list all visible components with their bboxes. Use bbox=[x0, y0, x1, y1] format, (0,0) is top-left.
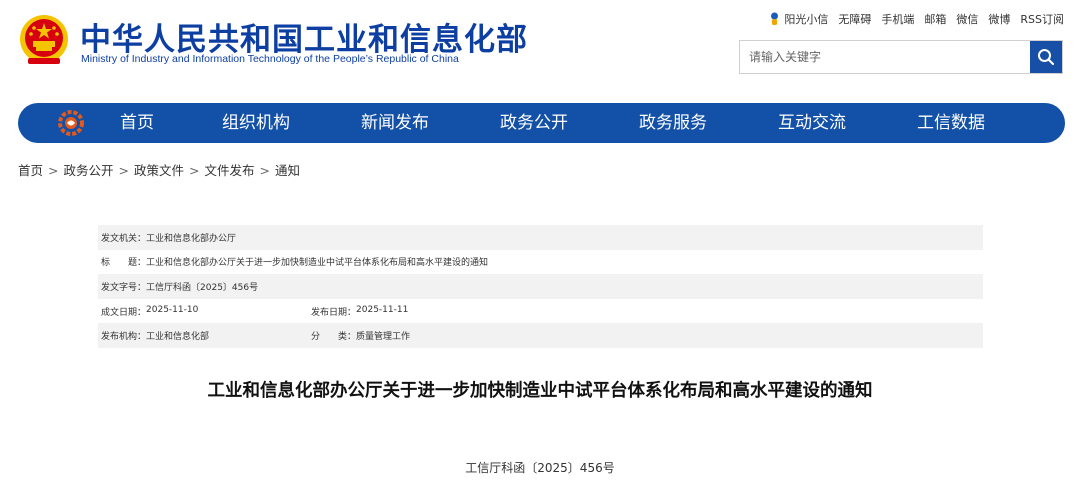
nav-organization[interactable]: 组织机构 bbox=[222, 103, 290, 143]
search-icon bbox=[1038, 49, 1055, 66]
meta-doc-number-value: 工信厅科函〔2025〕456号 bbox=[146, 282, 259, 293]
nav-data[interactable]: 工信数据 bbox=[917, 103, 985, 143]
meta-cell: 发文机关： 工业和信息化部办公厅 bbox=[98, 231, 236, 244]
toplink-label: 阳光小信 bbox=[784, 13, 829, 26]
breadcrumb-notice[interactable]: 通知 bbox=[275, 163, 300, 178]
mascot-icon bbox=[771, 12, 779, 25]
meta-published-label: 发布日期： bbox=[311, 307, 357, 318]
document-metadata-table: 发文机关： 工业和信息化部办公厅 标 题： 工业和信息化部办公厅关于进一步加快制… bbox=[98, 225, 983, 348]
meta-cell: 发文字号： 工信厅科函〔2025〕456号 bbox=[98, 280, 258, 293]
meta-doc-number-label: 发文字号： bbox=[101, 282, 147, 293]
ministry-logo-icon[interactable] bbox=[58, 110, 84, 136]
breadcrumb-separator: > bbox=[189, 163, 200, 178]
nav-government-services[interactable]: 政务服务 bbox=[639, 103, 707, 143]
site-subtitle: Ministry of Industry and Information Tec… bbox=[81, 53, 459, 65]
main-nav: 首页 组织机构 新闻发布 政务公开 政务服务 互动交流 工信数据 bbox=[18, 103, 1065, 143]
meta-created-value: 2025-11-10 bbox=[146, 304, 199, 315]
meta-category-label: 分 类： bbox=[311, 332, 357, 343]
national-emblem-icon[interactable] bbox=[18, 14, 70, 66]
meta-row-doc-number: 发文字号： 工信厅科函〔2025〕456号 bbox=[98, 274, 983, 299]
meta-cell: 分 类： 质量管理工作 bbox=[308, 329, 410, 342]
nav-news[interactable]: 新闻发布 bbox=[361, 103, 429, 143]
meta-org-value: 工业和信息化部 bbox=[146, 332, 210, 343]
meta-row-org: 发布机构： 工业和信息化部 分 类： 质量管理工作 bbox=[98, 323, 983, 348]
meta-cell: 成文日期： 2025-11-10 bbox=[98, 305, 308, 318]
toplink-sunshine[interactable]: 阳光小信 bbox=[769, 11, 828, 27]
nav-government-affairs[interactable]: 政务公开 bbox=[500, 103, 568, 143]
toplink-rss[interactable]: RSS订阅 bbox=[1020, 11, 1064, 27]
breadcrumb-separator: > bbox=[48, 163, 59, 178]
toplink-wechat[interactable]: 微信 bbox=[956, 11, 978, 27]
breadcrumb: 首页 > 政务公开 > 政策文件 > 文件发布 > 通知 bbox=[18, 160, 300, 179]
toplink-accessibility[interactable]: 无障碍 bbox=[838, 11, 871, 27]
breadcrumb-file-release[interactable]: 文件发布 bbox=[205, 163, 255, 178]
breadcrumb-government-affairs[interactable]: 政务公开 bbox=[64, 163, 114, 178]
toplink-mail[interactable]: 邮箱 bbox=[924, 11, 946, 27]
meta-row-dates: 成文日期： 2025-11-10 发布日期： 2025-11-11 bbox=[98, 299, 983, 324]
meta-org-label: 发布机构： bbox=[101, 332, 147, 343]
meta-cell: 发布日期： 2025-11-11 bbox=[308, 305, 408, 318]
document-title: 工业和信息化部办公厅关于进一步加快制造业中试平台体系化布局和高水平建设的通知 bbox=[207, 381, 873, 401]
document-number: 工信厅科函〔2025〕456号 bbox=[465, 461, 615, 475]
meta-title-value: 工业和信息化部办公厅关于进一步加快制造业中试平台体系化布局和高水平建设的通知 bbox=[146, 258, 489, 269]
meta-category-value: 质量管理工作 bbox=[356, 332, 411, 343]
search-box bbox=[739, 40, 1063, 74]
search-button[interactable] bbox=[1030, 41, 1062, 73]
meta-cell: 发布机构： 工业和信息化部 bbox=[98, 329, 308, 342]
breadcrumb-separator: > bbox=[259, 163, 270, 178]
nav-interaction[interactable]: 互动交流 bbox=[778, 103, 846, 143]
toplink-mobile[interactable]: 手机端 bbox=[881, 11, 914, 27]
meta-issuer-label: 发文机关： bbox=[101, 233, 147, 244]
breadcrumb-home[interactable]: 首页 bbox=[18, 163, 43, 178]
meta-row-issuer: 发文机关： 工业和信息化部办公厅 bbox=[98, 225, 983, 250]
meta-cell: 标 题： 工业和信息化部办公厅关于进一步加快制造业中试平台体系化布局和高水平建设… bbox=[98, 255, 488, 268]
breadcrumb-policy-files[interactable]: 政策文件 bbox=[134, 163, 184, 178]
meta-issuer-value: 工业和信息化部办公厅 bbox=[146, 233, 237, 244]
meta-row-title: 标 题： 工业和信息化部办公厅关于进一步加快制造业中试平台体系化布局和高水平建设… bbox=[98, 250, 983, 275]
search-input[interactable] bbox=[740, 41, 1030, 73]
top-links: 阳光小信 无障碍 手机端 邮箱 微信 微博 RSS订阅 bbox=[759, 11, 1064, 27]
toplink-weibo[interactable]: 微博 bbox=[988, 11, 1010, 27]
meta-created-label: 成文日期： bbox=[101, 307, 147, 318]
breadcrumb-separator: > bbox=[118, 163, 129, 178]
meta-published-value: 2025-11-11 bbox=[356, 304, 409, 315]
nav-home[interactable]: 首页 bbox=[120, 103, 154, 143]
site-header: 中华人民共和国工业和信息化部 Ministry of Industry and … bbox=[0, 0, 1080, 96]
meta-title-label: 标 题： bbox=[101, 258, 147, 269]
